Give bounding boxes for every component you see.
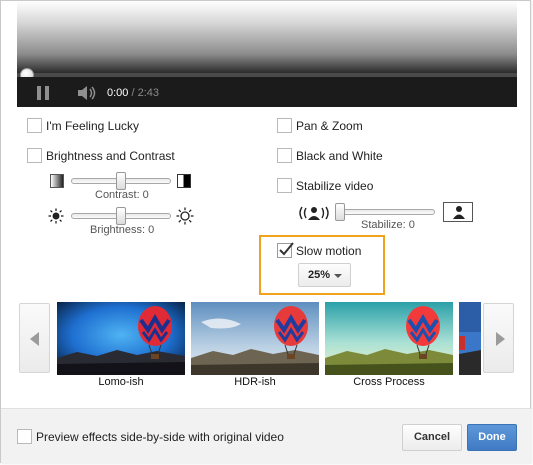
preview-side-by-side-checkbox[interactable] — [17, 429, 32, 444]
feeling-lucky-label[interactable]: I'm Feeling Lucky — [46, 119, 139, 133]
feeling-lucky-checkbox[interactable] — [27, 118, 42, 133]
contrast-high-icon — [177, 174, 191, 188]
time-duration: 2:43 — [137, 87, 160, 99]
contrast-low-icon — [50, 174, 64, 188]
person-icon — [443, 202, 473, 222]
filter-label-cross-process: Cross Process — [353, 376, 425, 388]
brightness-slider-thumb[interactable] — [116, 207, 126, 225]
time-separator: / — [128, 87, 138, 99]
chevron-down-icon — [334, 274, 342, 278]
black-white-checkbox[interactable] — [277, 148, 292, 163]
done-button[interactable]: Done — [467, 424, 517, 451]
lomo-preview-image — [57, 302, 185, 375]
stabilize-slider[interactable] — [335, 203, 435, 221]
filter-thumbnail-partial[interactable] — [459, 302, 481, 375]
filter-label-lomo: Lomo-ish — [98, 376, 144, 388]
preview-side-by-side-label[interactable]: Preview effects side-by-side with origin… — [36, 430, 284, 444]
stabilize-label[interactable]: Stabilize video — [296, 179, 373, 193]
cross-process-preview-image — [325, 302, 453, 375]
contrast-caption: Contrast: 0 — [95, 189, 149, 201]
person-shaking-icon — [299, 206, 329, 220]
dialog-footer: Preview effects side-by-side with origin… — [1, 408, 532, 464]
stabilize-checkbox[interactable] — [277, 178, 292, 193]
player-controls: 0:00 / 2:43 — [17, 77, 517, 107]
slow-motion-speed-dropdown[interactable]: 25% — [298, 263, 351, 287]
brightness-caption: Brightness: 0 — [90, 224, 155, 236]
checkmark-icon — [279, 242, 294, 256]
stabilize-caption: Stabilize: 0 — [361, 219, 415, 231]
video-player[interactable]: 0:00 / 2:43 — [17, 1, 517, 107]
stabilize-slider-thumb[interactable] — [335, 203, 345, 221]
brightness-slider[interactable] — [71, 207, 171, 225]
effects-dialog: 0:00 / 2:43 I'm Feeling Lucky Brightness… — [0, 0, 532, 464]
pause-icon[interactable] — [37, 86, 49, 100]
slow-motion-speed-value: 25% — [308, 269, 331, 281]
sun-small-icon — [48, 208, 64, 224]
partial-preview-image — [459, 302, 481, 375]
chevron-left-icon — [30, 332, 39, 346]
filmstrip-next-button[interactable] — [483, 303, 514, 373]
slow-motion-checkbox[interactable] — [277, 242, 294, 258]
cancel-button[interactable]: Cancel — [402, 424, 462, 451]
time-display: 0:00 / 2:43 — [107, 87, 159, 99]
contrast-slider-thumb[interactable] — [116, 172, 126, 190]
filter-label-hdr: HDR-ish — [234, 376, 276, 388]
slow-motion-label[interactable]: Slow motion — [296, 244, 361, 258]
pan-zoom-label[interactable]: Pan & Zoom — [296, 119, 363, 133]
brightness-contrast-checkbox[interactable] — [27, 148, 42, 163]
pan-zoom-checkbox[interactable] — [277, 118, 292, 133]
chevron-right-icon — [496, 332, 505, 346]
filter-thumbnail-lomo[interactable] — [57, 302, 185, 375]
contrast-slider[interactable] — [71, 172, 171, 190]
black-white-label[interactable]: Black and White — [296, 149, 383, 163]
hdr-preview-image — [191, 302, 319, 375]
sun-large-icon — [176, 207, 194, 225]
filter-thumbnail-hdr[interactable] — [191, 302, 319, 375]
brightness-contrast-label[interactable]: Brightness and Contrast — [46, 149, 175, 163]
filmstrip-prev-button[interactable] — [19, 303, 50, 373]
time-current: 0:00 — [107, 87, 129, 99]
filter-thumbnail-cross-process[interactable] — [325, 302, 453, 375]
volume-icon[interactable] — [77, 85, 97, 101]
